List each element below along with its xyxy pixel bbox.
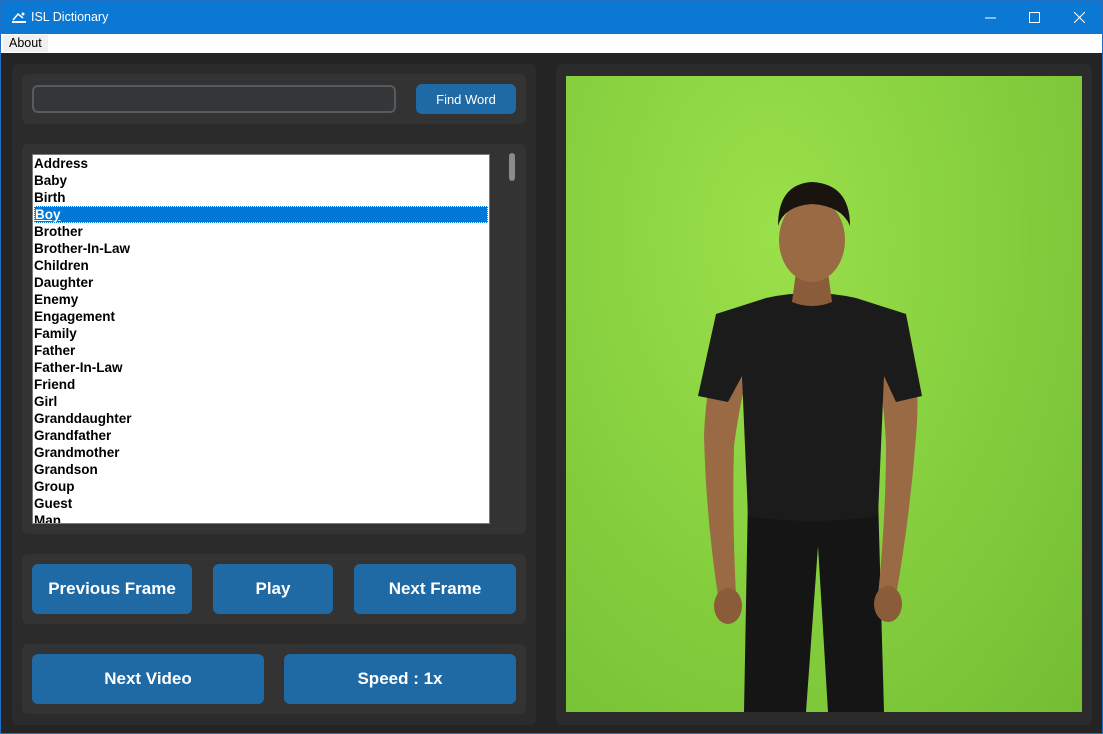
close-icon <box>1073 12 1085 23</box>
list-item[interactable]: Brother-In-Law <box>33 240 489 257</box>
word-list-scrollbar[interactable] <box>506 151 518 523</box>
list-item[interactable]: Man <box>33 512 489 523</box>
list-item[interactable]: Group <box>33 478 489 495</box>
app-icon <box>12 12 26 23</box>
list-item[interactable]: Daughter <box>33 274 489 291</box>
scrollbar-thumb[interactable] <box>509 153 515 181</box>
search-input[interactable] <box>32 85 396 113</box>
maximize-button[interactable] <box>1011 1 1057 34</box>
list-item[interactable]: Children <box>33 257 489 274</box>
list-item[interactable]: Granddaughter <box>33 410 489 427</box>
close-button[interactable] <box>1056 1 1102 34</box>
list-item[interactable]: Father-In-Law <box>33 359 489 376</box>
list-item[interactable]: Guest <box>33 495 489 512</box>
menu-item-about[interactable]: About <box>3 35 48 52</box>
list-item[interactable]: Engagement <box>33 308 489 325</box>
list-item[interactable]: Father <box>33 342 489 359</box>
maximize-icon <box>1028 12 1040 23</box>
minimize-icon <box>984 17 996 19</box>
list-item[interactable]: Brother <box>33 223 489 240</box>
list-item[interactable]: Grandfather <box>33 427 489 444</box>
list-item[interactable]: Grandson <box>33 461 489 478</box>
signer-figure <box>698 182 922 712</box>
minimize-button[interactable] <box>967 1 1013 34</box>
play-button[interactable]: Play <box>213 564 333 614</box>
menu-bar: About <box>1 34 1102 53</box>
list-item[interactable]: Family <box>33 325 489 342</box>
list-item[interactable]: Boy <box>34 206 488 223</box>
word-listbox[interactable]: Address Baby Birth Boy Brother Brother-In-Law… <box>32 154 490 524</box>
previous-frame-button[interactable]: Previous Frame <box>32 564 192 614</box>
list-item[interactable]: Enemy <box>33 291 489 308</box>
title-bar[interactable]: ISL Dictionary <box>1 1 1102 34</box>
next-frame-button[interactable]: Next Frame <box>354 564 516 614</box>
list-item[interactable]: Grandmother <box>33 444 489 461</box>
list-item[interactable]: Address <box>33 155 489 172</box>
list-item[interactable]: Friend <box>33 376 489 393</box>
list-item[interactable]: Baby <box>33 172 489 189</box>
app-window: ISL Dictionary About Find Word Address Ba… <box>0 0 1103 734</box>
list-item[interactable]: Girl <box>33 393 489 410</box>
next-video-button[interactable]: Next Video <box>32 654 264 704</box>
video-display <box>566 76 1082 712</box>
speed-button[interactable]: Speed : 1x <box>284 654 516 704</box>
find-word-button[interactable]: Find Word <box>416 84 516 114</box>
list-item[interactable]: Birth <box>33 189 489 206</box>
window-title: ISL Dictionary <box>31 10 109 24</box>
